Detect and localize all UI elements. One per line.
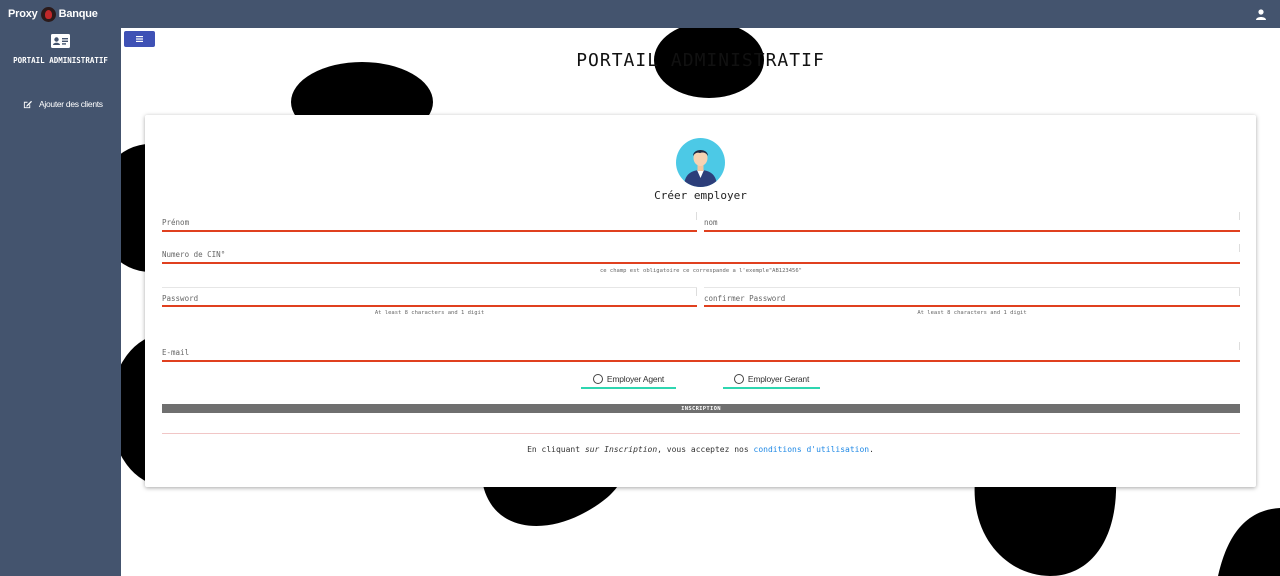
page-title: PORTAIL ADMINISTRATIF xyxy=(576,50,825,71)
sidebar-item-label: Ajouter des clients xyxy=(39,99,103,109)
radio-employer-gerant[interactable]: Employer Gerant xyxy=(723,371,820,389)
id-card-icon xyxy=(51,34,70,48)
cin-hint: ce champ est obligatoire ce correspande … xyxy=(600,268,802,274)
terms-suffix: . xyxy=(869,445,874,454)
terms-prefix: En cliquant xyxy=(527,445,581,454)
brand-name-right: Banque xyxy=(58,8,98,20)
confirm-password-field xyxy=(704,287,1240,307)
email-input[interactable] xyxy=(162,342,1240,361)
terms-middle: , vous acceptez nos xyxy=(657,445,749,454)
radio-label: Employer Agent xyxy=(606,374,665,384)
confirm-password-input[interactable] xyxy=(704,288,1240,307)
brand-name-left: Proxy xyxy=(8,8,38,20)
email-field xyxy=(162,342,1240,362)
radio-label: Employer Gerant xyxy=(747,374,810,384)
terms-link[interactable]: conditions d'utilisation xyxy=(754,445,870,454)
sidebar-title: PORTAIL ADMINISTRATIF xyxy=(13,56,108,65)
prenom-field xyxy=(162,212,697,232)
sidebar: PORTAIL ADMINISTRATIF Ajouter des client… xyxy=(0,28,121,576)
menu-toggle-button[interactable] xyxy=(124,31,155,47)
password-field xyxy=(162,287,697,307)
cin-input[interactable] xyxy=(162,244,1240,263)
menu-icon xyxy=(136,36,143,42)
terms-text: En cliquant sur Inscription, vous accept… xyxy=(145,445,1256,454)
brand-emblem-icon xyxy=(40,6,56,22)
password-hint: At least 8 characters and 1 digit xyxy=(374,310,485,316)
user-icon[interactable] xyxy=(1256,9,1266,20)
password-input[interactable] xyxy=(162,288,697,307)
brand-logo[interactable]: Proxy Banque xyxy=(8,0,98,28)
top-navbar: Proxy Banque xyxy=(0,0,1280,28)
prenom-input[interactable] xyxy=(162,212,697,231)
employee-avatar-icon xyxy=(676,138,725,187)
radio-circle-icon xyxy=(592,374,603,384)
radio-circle-icon xyxy=(733,374,744,384)
cin-field xyxy=(162,244,1240,264)
terms-sur: sur xyxy=(584,445,600,454)
sidebar-item-add-clients[interactable]: Ajouter des clients xyxy=(23,99,103,109)
nom-input[interactable] xyxy=(704,212,1240,231)
nom-field xyxy=(704,212,1240,232)
registration-card: Créer employer ce champ est obligatoire … xyxy=(145,115,1256,487)
form-title: Créer employer xyxy=(654,189,747,202)
edit-icon xyxy=(23,100,32,108)
terms-inscription: Inscription xyxy=(604,445,658,454)
radio-employer-agent[interactable]: Employer Agent xyxy=(581,371,676,389)
confirm-password-hint: At least 8 characters and 1 digit xyxy=(917,310,1027,316)
divider xyxy=(162,433,1240,434)
inscription-button[interactable]: INSCRIPTION xyxy=(162,404,1240,413)
